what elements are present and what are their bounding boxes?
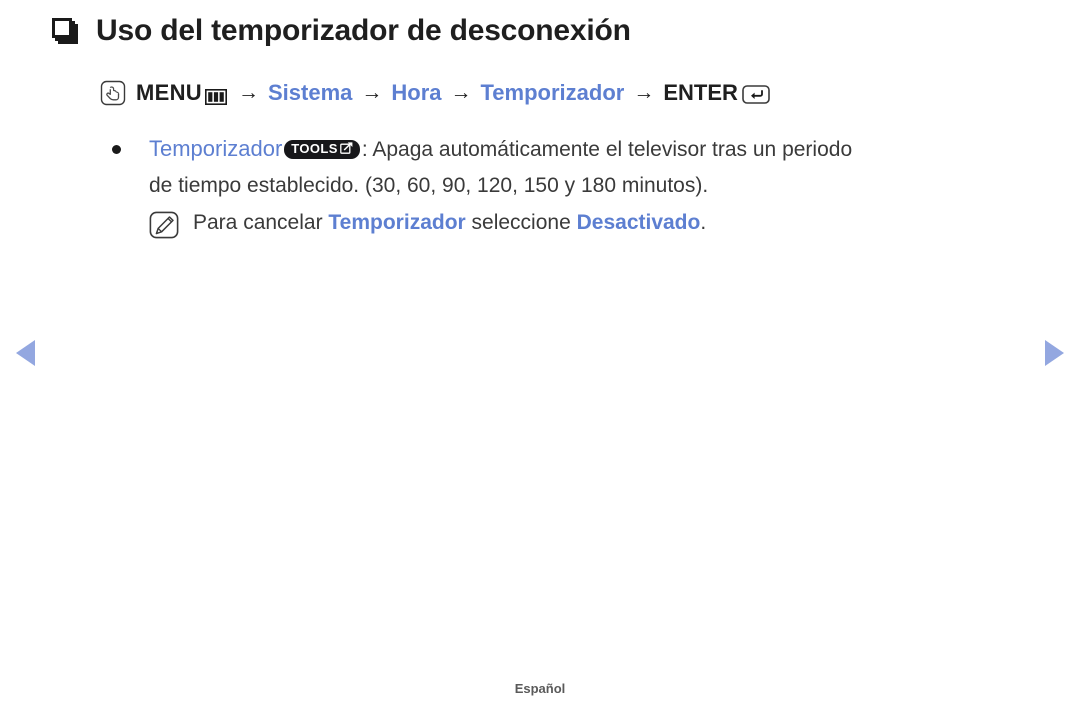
path-separator-4: → (633, 81, 655, 104)
bullet-paragraph: Temporizador TOOLS : Apaga automáticamente… (112, 131, 1012, 204)
stacked-square-icon (52, 17, 78, 44)
tools-arrow-icon (339, 142, 353, 154)
note-suffix: . (700, 211, 707, 234)
tools-badge-label: TOOLS (291, 141, 338, 156)
bullet-line-1-text: Temporizador TOOLS : Apaga automáticamente… (149, 131, 1012, 168)
enter-key-icon (742, 84, 770, 104)
menu-path-step-temporizador[interactable]: Temporizador (481, 80, 625, 106)
menu-button-icon (204, 85, 227, 105)
bullet-dot-icon (112, 145, 121, 154)
bullet-line-2: de tiempo establecido. (30, 60, 90, 120,… (149, 174, 709, 197)
page-root: Uso del temporizador de desconexión MENU… (0, 0, 1080, 705)
menu-path-step-sistema[interactable]: Sistema (268, 80, 352, 106)
bullet-line-1-rest: : Apaga automáticamente el televisor tra… (361, 138, 853, 161)
note-text: Para cancelar Temporizador seleccione De… (193, 207, 706, 239)
note-term-temporizador: Temporizador (328, 211, 466, 234)
note-row: Para cancelar Temporizador seleccione De… (149, 207, 706, 239)
note-prefix: Para cancelar (193, 211, 329, 234)
menu-path-breadcrumb: MENU → Sistema → Hora → Temporizador → E… (100, 80, 770, 106)
previous-page-arrow-icon[interactable] (16, 340, 35, 366)
hand-pointer-icon (100, 80, 126, 106)
menu-path-step-enter: ENTER (663, 80, 738, 105)
footer-language-label: Español (514, 681, 566, 696)
term-temporizador: Temporizador (149, 136, 283, 161)
tools-badge[interactable]: TOOLS (284, 140, 360, 159)
menu-path-step-hora[interactable]: Hora (391, 80, 441, 106)
path-separator-2: → (361, 81, 383, 104)
menu-label: MENU (136, 80, 202, 105)
path-separator-3: → (450, 81, 472, 104)
page-title-row: Uso del temporizador de desconexión (52, 14, 631, 47)
note-middle: seleccione (465, 211, 577, 234)
note-pencil-icon (149, 211, 179, 239)
page-title: Uso del temporizador de desconexión (96, 14, 631, 47)
path-separator-1: → (237, 81, 259, 104)
bullet-line-1: Temporizador TOOLS : Apaga automáticamente… (112, 131, 1012, 168)
note-term-desactivado: Desactivado (576, 211, 701, 234)
next-page-arrow-icon[interactable] (1045, 340, 1064, 366)
